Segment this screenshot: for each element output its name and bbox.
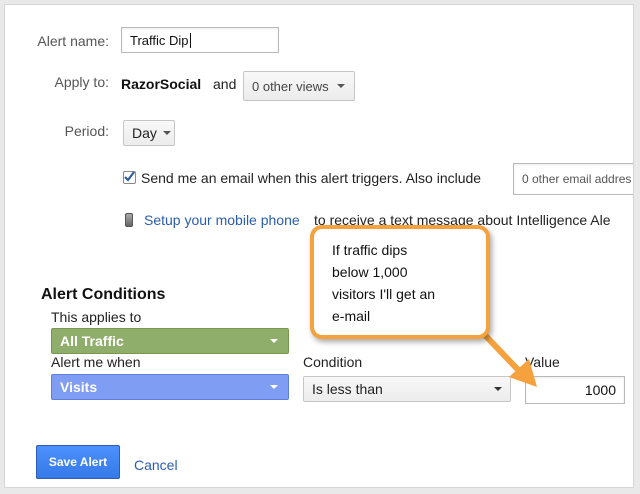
cancel-link[interactable]: Cancel [134,457,178,473]
alert-when-value: Visits [60,379,98,395]
alert-name-input[interactable]: Traffic Dip [121,27,279,53]
apply-to-label: Apply to: [54,74,109,90]
alert-when-dropdown[interactable]: Visits [51,374,289,400]
applies-to-dropdown[interactable]: All Traffic [51,328,289,354]
email-text: Send me an email when this alert trigger… [141,170,482,186]
annotation-callout: If traffic dips below 1,000 visitors I'l… [310,225,490,339]
apply-to-site: RazorSocial [121,76,202,92]
callout-line: below 1,000 [332,264,408,280]
alert-when-label: Alert me when [51,354,141,370]
applies-to-label: This applies to [51,309,142,325]
alert-conditions-title: Alert Conditions [41,286,166,303]
alert-name-value: Traffic Dip [130,32,189,48]
condition-label: Condition [303,354,363,370]
apply-to-and: and [213,76,237,92]
callout-line: If traffic dips [332,242,408,258]
other-email-input[interactable]: 0 other email addres [513,163,633,195]
checkmark-icon [124,171,135,182]
chevron-down-icon [270,339,278,343]
applies-to-value: All Traffic [60,333,124,349]
callout-line: visitors I'll get an [332,286,436,302]
other-email-placeholder: 0 other email addres [522,172,632,186]
text-cursor [189,32,191,48]
chevron-down-icon [162,131,171,135]
other-views-dropdown[interactable]: 0 other views [243,71,355,101]
condition-value: Is less than [312,381,383,397]
chevron-down-icon [336,84,345,88]
save-alert-button[interactable]: Save Alert [36,445,120,479]
callout-line: e-mail [332,308,371,324]
period-dropdown[interactable]: Day [123,120,175,146]
alert-name-label: Alert name: [37,33,109,49]
other-views-value: 0 other views [252,78,329,94]
period-label: Period: [64,123,109,139]
period-value: Day [132,125,157,141]
chevron-down-icon [270,385,278,389]
email-checkbox[interactable] [123,171,136,184]
mobile-phone-icon [125,213,133,227]
setup-mobile-link[interactable]: Setup your mobile phone [144,212,300,228]
value-value: 1000 [584,382,616,398]
